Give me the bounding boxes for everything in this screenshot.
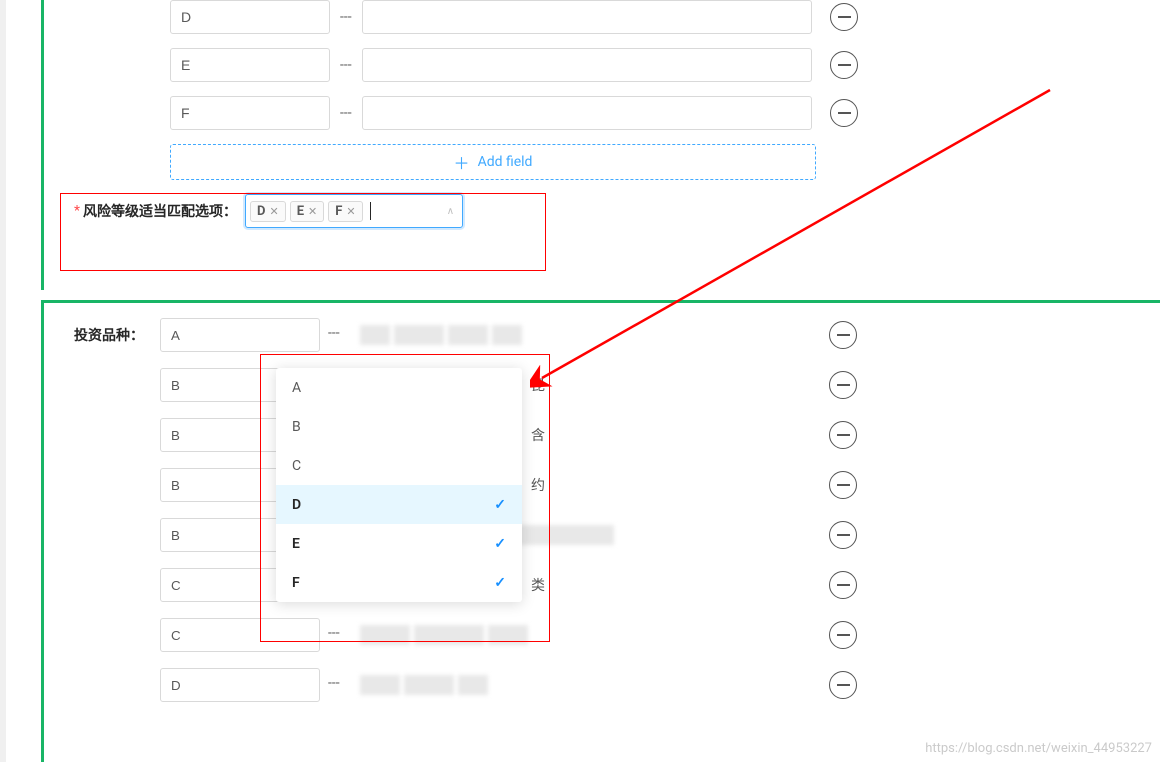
plus-icon: ＋	[454, 150, 470, 174]
chevron-up-icon[interactable]: ∧	[447, 206, 454, 217]
field-separator: ---	[328, 675, 340, 691]
dropdown-option-b[interactable]: B	[276, 407, 522, 446]
field-key-input[interactable]	[160, 618, 320, 652]
partial-text: 昆	[531, 375, 545, 395]
remove-button[interactable]	[830, 99, 858, 127]
remove-button[interactable]	[829, 321, 857, 349]
invest-row: ---	[69, 668, 800, 702]
partial-text: 含	[531, 425, 545, 445]
close-icon[interactable]: ✕	[269, 205, 278, 218]
dropdown-option-e[interactable]: E✓	[276, 524, 522, 563]
field-separator: ---	[340, 105, 352, 121]
add-field-button[interactable]: ＋ Add field	[170, 144, 816, 180]
watermark: https://blog.csdn.net/weixin_44953227	[925, 741, 1152, 756]
field-row: ---	[60, 0, 1160, 34]
remove-button[interactable]	[829, 471, 857, 499]
field-key-input[interactable]	[170, 48, 330, 82]
field-separator: ---	[328, 625, 340, 641]
field-key-input[interactable]	[160, 668, 320, 702]
remove-button[interactable]	[830, 3, 858, 31]
partial-text: 约	[531, 475, 545, 495]
partial-text: 类	[531, 575, 545, 595]
field-separator: ---	[328, 325, 340, 341]
risk-match-label: 风险等级适当匹配选项：	[83, 201, 237, 221]
field-key-input[interactable]	[170, 0, 330, 34]
dropdown-option-d[interactable]: D✓	[276, 485, 522, 524]
field-key-input[interactable]	[170, 96, 330, 130]
check-icon: ✓	[494, 497, 506, 513]
options-dropdown[interactable]: A B C D✓ E✓ F✓	[276, 368, 522, 602]
dropdown-option-c[interactable]: C	[276, 446, 522, 485]
risk-match-select[interactable]: D✕ E✕ F✕ ∧	[245, 194, 463, 228]
remove-button[interactable]	[829, 671, 857, 699]
field-row: ---	[60, 96, 1160, 130]
field-value-input[interactable]	[362, 96, 812, 130]
remove-button[interactable]	[829, 421, 857, 449]
close-icon[interactable]: ✕	[308, 205, 317, 218]
field-separator: ---	[340, 57, 352, 73]
remove-button[interactable]	[829, 621, 857, 649]
check-icon: ✓	[494, 536, 506, 552]
dropdown-option-f[interactable]: F✓	[276, 563, 522, 602]
invest-row: 投资品种： ---	[69, 318, 800, 352]
close-icon[interactable]: ✕	[346, 205, 355, 218]
risk-match-row: * 风险等级适当匹配选项： D✕ E✕ F✕ ∧	[74, 194, 1160, 228]
field-key-input[interactable]	[160, 318, 320, 352]
remove-button[interactable]	[829, 371, 857, 399]
field-row: ---	[60, 48, 1160, 82]
tag-e[interactable]: E✕	[290, 201, 325, 222]
invest-row: ---	[69, 618, 800, 652]
field-value-input[interactable]	[362, 0, 812, 34]
field-separator: ---	[340, 9, 352, 25]
dropdown-option-a[interactable]: A	[276, 368, 522, 407]
remove-button[interactable]	[830, 51, 858, 79]
tag-f[interactable]: F✕	[328, 201, 362, 222]
add-field-label: Add field	[478, 154, 533, 170]
required-star: *	[74, 203, 80, 219]
remove-button[interactable]	[829, 521, 857, 549]
invest-type-label: 投资品种：	[69, 318, 144, 345]
text-cursor	[370, 202, 371, 220]
tag-d[interactable]: D✕	[250, 201, 286, 222]
check-icon: ✓	[494, 575, 506, 591]
remove-button[interactable]	[829, 571, 857, 599]
field-value-input[interactable]	[362, 48, 812, 82]
